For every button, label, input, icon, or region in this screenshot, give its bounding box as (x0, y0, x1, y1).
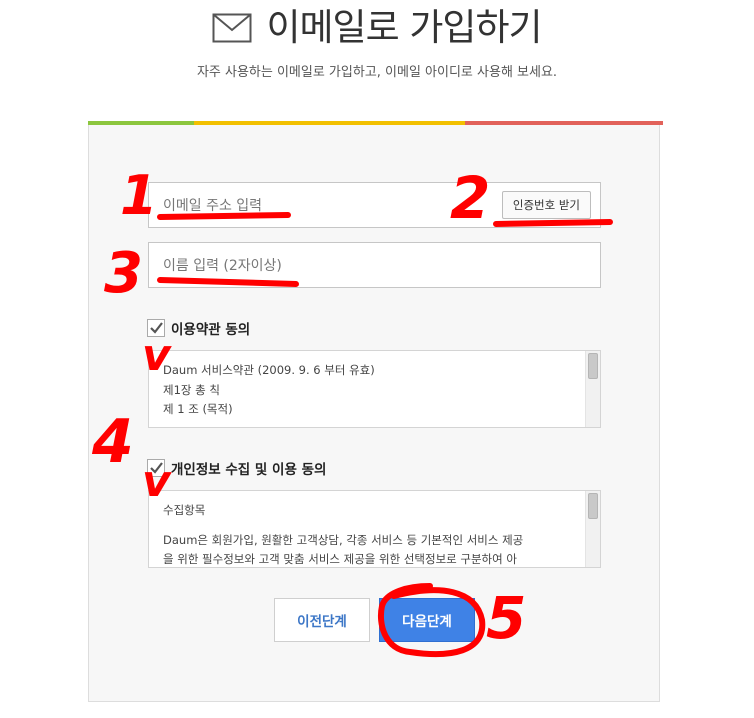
next-step-button[interactable]: 다음단계 (379, 598, 475, 642)
request-auth-code-button[interactable]: 인증번호 받기 (501, 191, 591, 219)
terms-scrollbox[interactable]: Daum 서비스약관 (2009. 9. 6 부터 유효) 제1장 총 칙 제 … (148, 350, 601, 428)
terms-agree-row: 이용약관 동의 (147, 318, 250, 338)
email-field-container: 인증번호 받기 (148, 182, 601, 229)
privacy-checkbox[interactable] (147, 459, 165, 477)
checkmark-icon (150, 462, 163, 474)
terms-scroll-thumb[interactable] (588, 353, 598, 379)
terms-label: 이용약관 동의 (171, 322, 251, 338)
privacy-line: 을 위한 필수정보와 고객 맞춤 서비스 제공을 위한 선택정보로 구분하여 아 (163, 552, 517, 566)
name-field-container (148, 242, 601, 289)
email-input[interactable] (161, 183, 495, 229)
privacy-label: 개인정보 수집 및 이용 동의 (171, 462, 327, 478)
page-title: 이메일로 가입하기 (266, 6, 542, 49)
privacy-scrollbox[interactable]: 수집항목 Daum은 회원가입, 원활한 고객상담, 각종 서비스 등 기본적인… (148, 490, 601, 568)
privacy-scroll-thumb[interactable] (588, 493, 598, 519)
terms-text: Daum 서비스약관 (2009. 9. 6 부터 유효) 제1장 총 칙 제 … (163, 361, 573, 420)
checkmark-icon (150, 322, 163, 334)
privacy-line: 수집항목 (163, 503, 206, 517)
page-subtitle: 자주 사용하는 이메일로 가입하고, 이메일 아이디로 사용해 보세요. (196, 65, 558, 80)
terms-line: 제1장 총 칙 (163, 382, 220, 397)
privacy-text: 수집항목 Daum은 회원가입, 원활한 고객상담, 각종 서비스 등 기본적인… (163, 501, 573, 567)
terms-line: 제 1 조 (목적) (163, 402, 233, 416)
terms-checkbox[interactable] (147, 319, 165, 337)
signup-form-panel: 인증번호 받기 이용약관 동의 Daum 서비스약관 (2009. 9. 6 부… (88, 121, 663, 702)
terms-line: Daum 서비스약관 (2009. 9. 6 부터 유효) (163, 363, 375, 377)
terms-scrollbar[interactable] (585, 351, 600, 427)
progress-bar-step1 (88, 121, 194, 125)
privacy-agree-row: 개인정보 수집 및 이용 동의 (147, 458, 326, 478)
page-header: 이메일로 가입하기 자주 사용하는 이메일로 가입하고, 이메일 아이디로 사용… (0, 0, 754, 110)
name-input[interactable] (161, 243, 585, 289)
page-title-row: 이메일로 가입하기 (0, 6, 754, 50)
privacy-line: Daum은 회원가입, 원활한 고객상담, 각종 서비스 등 기본적인 서비스 … (163, 532, 524, 547)
privacy-scrollbar[interactable] (585, 491, 600, 567)
progress-bar-step3 (465, 121, 663, 125)
envelope-icon (212, 13, 252, 43)
previous-step-button[interactable]: 이전단계 (274, 598, 370, 642)
progress-bar-step2 (194, 121, 465, 125)
